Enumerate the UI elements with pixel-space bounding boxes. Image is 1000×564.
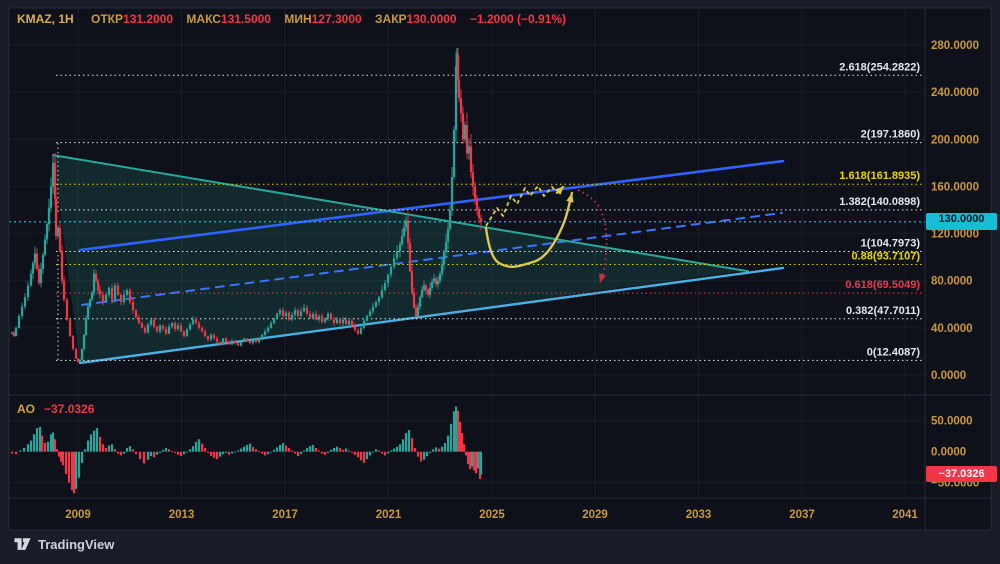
- open-value: 131.2000: [123, 12, 174, 26]
- high-label: МАКС: [186, 12, 221, 26]
- current-price-badge: 130.0000: [926, 213, 997, 230]
- price-tick-label: 40.0000: [931, 323, 973, 335]
- year-tick-label: 2021: [376, 509, 402, 521]
- fib-level-label: 2(197.1860): [861, 129, 921, 141]
- fib-level-label: 0(12.4087): [867, 346, 921, 358]
- fib-level-label: 0.88(93.7107): [852, 251, 921, 263]
- ao-value-badge: −37.0326: [926, 466, 997, 482]
- fib-level-label: 0.382(47.7011): [846, 305, 920, 317]
- time-scale[interactable]: 2009 2013 2017 2021 2025 2029 2033 2037 2041: [65, 509, 918, 521]
- fib-level-label: 1.618(161.8935): [839, 170, 920, 182]
- open-label: ОТКР: [91, 12, 124, 26]
- year-tick-label: 2009: [65, 509, 91, 521]
- symbol-name[interactable]: KMAZ, 1Н: [17, 12, 74, 26]
- low-value: 127.3000: [311, 12, 362, 26]
- year-tick-label: 2025: [479, 509, 505, 521]
- fib-level-label: 1.382(140.0898): [839, 196, 920, 208]
- year-tick-label: 2037: [789, 509, 815, 521]
- price-tick-label: 200.0000: [931, 134, 979, 146]
- high-value: 131.5000: [220, 12, 271, 26]
- tradingview-chart-window: 2.618(254.2822) 2(197.1860) 1.618(161.8935…: [0, 0, 1000, 564]
- tradingview-logo-icon: [14, 538, 31, 550]
- ao-indicator-legend[interactable]: AO −37.0326: [17, 402, 94, 416]
- year-tick-label: 2017: [272, 509, 298, 521]
- low-label: МИН: [284, 12, 312, 26]
- ao-title[interactable]: AO: [17, 402, 35, 416]
- year-tick-label: 2013: [169, 509, 195, 521]
- price-tick-label: 120.0000: [931, 229, 979, 241]
- close-value: 130.0000: [406, 12, 457, 26]
- tradingview-watermark[interactable]: TradingView: [14, 537, 114, 552]
- change-value: −1.2000 (−0.91%): [469, 12, 567, 26]
- price-tick-label: 160.0000: [931, 181, 979, 193]
- chart-canvas[interactable]: 2.618(254.2822) 2(197.1860) 1.618(161.8935…: [0, 0, 1000, 564]
- year-tick-label: 2029: [582, 509, 608, 521]
- year-tick-label: 2033: [686, 509, 712, 521]
- symbol-legend[interactable]: KMAZ, 1Н ОТКР131.2000 МАКС131.5000 МИН12…: [17, 12, 566, 26]
- watermark-text: TradingView: [38, 537, 115, 552]
- price-tick-label: 80.0000: [931, 276, 973, 288]
- price-tick-label: 0.0000: [931, 370, 966, 382]
- ao-tick-label: 0.0000: [931, 447, 966, 459]
- year-tick-label: 2041: [892, 509, 918, 521]
- ao-value: −37.0326: [44, 402, 95, 416]
- price-tick-label: 240.0000: [931, 87, 979, 99]
- ao-tick-label: 50.0000: [931, 416, 973, 428]
- fib-level-label: 0.618(69.5049): [845, 279, 920, 291]
- fib-level-label: 1(104.7973): [861, 237, 921, 249]
- price-tick-label: 280.0000: [931, 40, 979, 52]
- close-label: ЗАКР: [375, 12, 407, 26]
- fib-level-label: 2.618(254.2822): [839, 61, 920, 73]
